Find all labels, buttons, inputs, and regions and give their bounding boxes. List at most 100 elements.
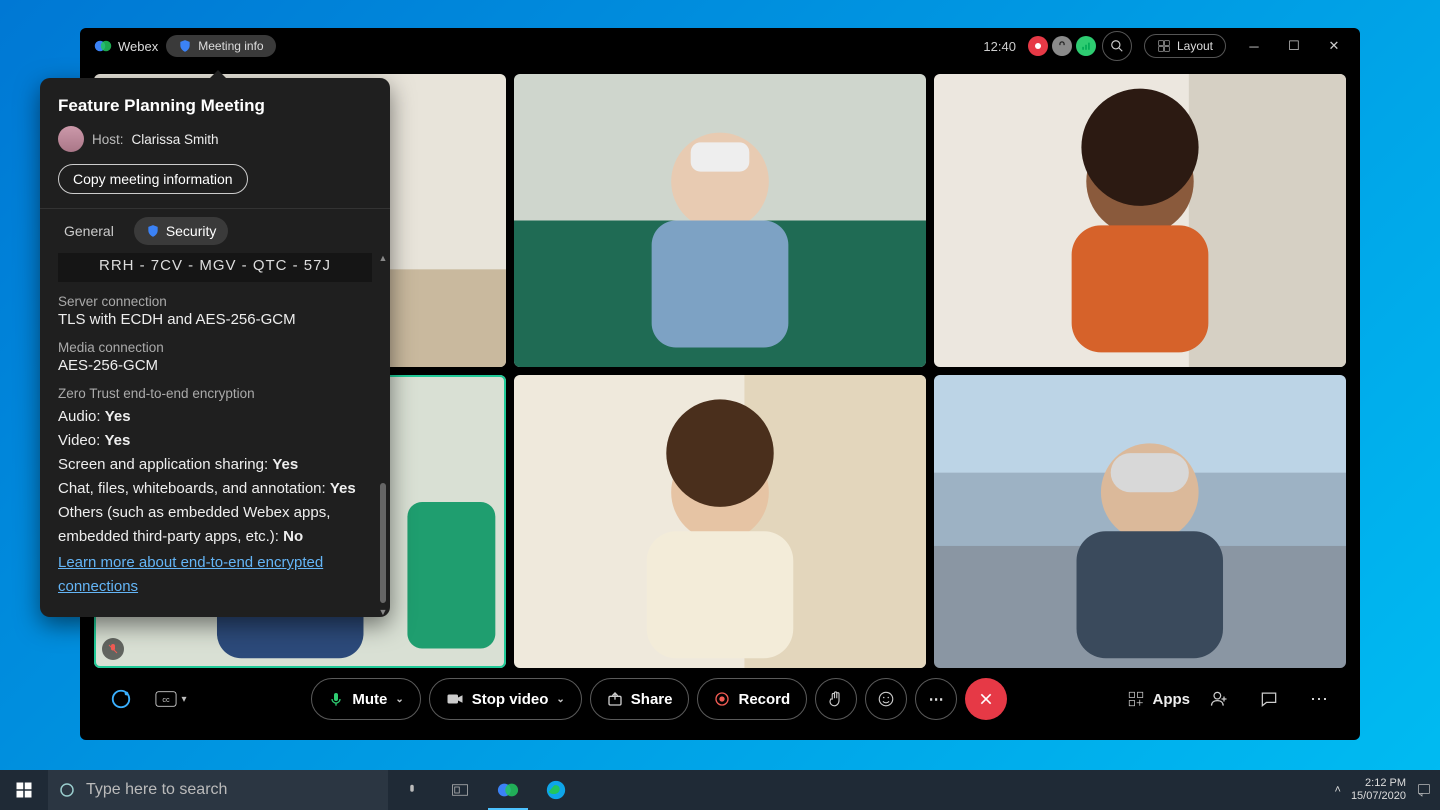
participant-tile[interactable] xyxy=(934,74,1346,367)
webex-assistant-button[interactable] xyxy=(100,678,142,720)
learn-more-link[interactable]: Learn more about end-to-end encrypted co… xyxy=(58,551,372,599)
grid-icon xyxy=(1157,39,1171,53)
record-button[interactable]: Record xyxy=(697,678,807,720)
edge-icon xyxy=(545,779,567,801)
task-view-button[interactable] xyxy=(436,770,484,810)
emoji-icon xyxy=(877,690,895,708)
share-icon xyxy=(607,691,623,707)
taskbar-app-webex[interactable] xyxy=(484,770,532,810)
record-icon xyxy=(714,691,730,707)
taskbar-search[interactable]: Type here to search xyxy=(48,770,388,810)
cortana-icon xyxy=(58,781,76,799)
notifications-icon[interactable] xyxy=(1416,782,1432,798)
mute-button[interactable]: Mute ⌄ xyxy=(311,678,420,720)
muted-icon xyxy=(102,638,124,660)
close-icon xyxy=(978,691,994,707)
maximize-button[interactable]: ☐ xyxy=(1274,28,1314,64)
minimize-button[interactable]: ─ xyxy=(1234,28,1274,64)
network-status-dot[interactable] xyxy=(1076,36,1096,56)
captions-icon: cc xyxy=(155,690,177,708)
e2e-video-value: Yes xyxy=(104,432,130,449)
popover-tabs: General Security xyxy=(40,208,390,253)
windows-icon xyxy=(15,781,33,799)
microphone-icon xyxy=(328,691,344,707)
security-code: RRH - 7CV - MGV - QTC - 57J xyxy=(58,253,372,282)
taskbar-app-edge[interactable] xyxy=(532,770,580,810)
recording-status-dot[interactable] xyxy=(1028,36,1048,56)
scroll-thumb[interactable] xyxy=(380,483,386,603)
encryption-status-dot[interactable] xyxy=(1052,36,1072,56)
scroll-up-icon[interactable]: ▲ xyxy=(379,253,388,263)
tray-chevron-icon[interactable]: ˄ xyxy=(1335,784,1341,796)
e2e-chat-value: Yes xyxy=(330,480,356,497)
layout-label: Layout xyxy=(1177,39,1213,53)
e2e-audio-label: Audio: xyxy=(58,408,101,425)
clock-time: 2:12 PM xyxy=(1351,777,1406,790)
scroll-down-icon[interactable]: ▼ xyxy=(379,607,388,617)
stop-video-button[interactable]: Stop video ⌄ xyxy=(429,678,582,720)
shield-icon xyxy=(146,224,160,238)
participant-tile[interactable] xyxy=(934,375,1346,668)
host-name: Clarissa Smith xyxy=(132,132,219,147)
participants-icon xyxy=(1209,689,1229,709)
end-meeting-button[interactable] xyxy=(965,678,1007,720)
chevron-down-icon: ▾ xyxy=(181,694,186,705)
host-row: Host: Clarissa Smith xyxy=(58,126,372,152)
chevron-down-icon[interactable]: ⌄ xyxy=(556,694,564,705)
windows-taskbar: Type here to search ˄ 2:12 PM 15/07/2020 xyxy=(0,770,1440,810)
task-view-icon xyxy=(451,783,469,797)
e2e-chat-label: Chat, files, whiteboards, and annotation… xyxy=(58,480,326,497)
host-avatar xyxy=(58,126,84,152)
participant-tile[interactable] xyxy=(514,375,926,668)
raise-hand-button[interactable] xyxy=(815,678,857,720)
taskbar-mic-button[interactable] xyxy=(388,770,436,810)
mute-label: Mute xyxy=(352,691,387,708)
record-label: Record xyxy=(738,691,790,708)
meeting-toolbar: cc ▾ Mute ⌄ Stop video ⌄ Share Record xyxy=(80,668,1360,740)
apps-icon xyxy=(1127,690,1145,708)
more-options-button[interactable]: ⋯ xyxy=(915,678,957,720)
e2e-label: Zero Trust end-to-end encryption xyxy=(58,386,372,401)
apps-label: Apps xyxy=(1153,691,1191,708)
share-button[interactable]: Share xyxy=(590,678,690,720)
stop-video-label: Stop video xyxy=(472,691,549,708)
tab-security[interactable]: Security xyxy=(134,217,229,245)
chevron-down-icon[interactable]: ⌄ xyxy=(395,694,403,705)
brand: Webex xyxy=(86,37,166,55)
clock-date: 15/07/2020 xyxy=(1351,790,1406,803)
captions-button[interactable]: cc ▾ xyxy=(150,678,192,720)
participants-button[interactable] xyxy=(1198,678,1240,720)
server-connection-value: TLS with ECDH and AES-256-GCM xyxy=(58,311,372,328)
tab-general[interactable]: General xyxy=(52,217,126,245)
media-connection-label: Media connection xyxy=(58,340,372,355)
chat-button[interactable] xyxy=(1248,678,1290,720)
close-button[interactable]: ✕ xyxy=(1314,28,1354,64)
meeting-title: Feature Planning Meeting xyxy=(58,96,372,116)
reactions-button[interactable] xyxy=(865,678,907,720)
magnifier-icon xyxy=(1110,39,1124,53)
assistant-icon xyxy=(110,688,132,710)
scrollbar[interactable]: ▲ ▼ xyxy=(378,253,388,617)
panel-options-button[interactable]: ⋯ xyxy=(1298,678,1340,720)
webex-logo-icon xyxy=(94,37,112,55)
apps-button[interactable]: Apps xyxy=(1127,678,1191,720)
e2e-screen-label: Screen and application sharing: xyxy=(58,456,268,473)
host-prefix: Host: xyxy=(92,132,124,147)
webex-logo-icon xyxy=(497,779,519,801)
meeting-info-popover: Feature Planning Meeting Host: Clarissa … xyxy=(40,78,390,617)
start-button[interactable] xyxy=(0,770,48,810)
e2e-audio-value: Yes xyxy=(105,408,131,425)
participant-tile[interactable] xyxy=(514,74,926,367)
camera-icon xyxy=(446,692,464,706)
e2e-list: Audio: Yes Video: Yes Screen and applica… xyxy=(58,405,372,599)
meeting-info-button[interactable]: Meeting info xyxy=(166,35,275,57)
tray-clock[interactable]: 2:12 PM 15/07/2020 xyxy=(1351,777,1406,802)
e2e-video-label: Video: xyxy=(58,432,100,449)
security-panel: RRH - 7CV - MGV - QTC - 57J Server conne… xyxy=(40,253,390,617)
server-connection-label: Server connection xyxy=(58,294,372,309)
search-button[interactable] xyxy=(1102,31,1132,61)
svg-text:cc: cc xyxy=(163,695,171,704)
layout-button[interactable]: Layout xyxy=(1144,34,1226,58)
share-label: Share xyxy=(631,691,673,708)
copy-meeting-info-button[interactable]: Copy meeting information xyxy=(58,164,248,194)
